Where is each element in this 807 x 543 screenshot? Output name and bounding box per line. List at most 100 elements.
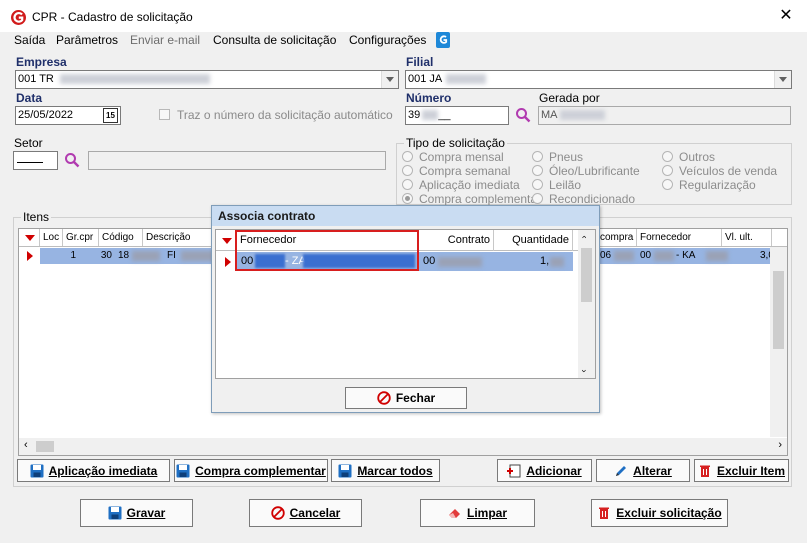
radio-compra-mensal[interactable] bbox=[402, 151, 413, 162]
radio-recondicionado[interactable] bbox=[532, 193, 543, 204]
row-indicator-icon bbox=[225, 257, 231, 267]
adicionar-button[interactable]: Adicionar bbox=[497, 459, 592, 482]
trash-icon bbox=[599, 507, 610, 519]
radio-leilao[interactable] bbox=[532, 179, 543, 190]
empresa-select[interactable]: 001 TR bbox=[15, 70, 399, 89]
date-value: 25/05/2022 bbox=[18, 109, 74, 121]
excluir-solicitacao-button[interactable]: Excluir solicitação bbox=[591, 499, 728, 527]
cell-vl: 3,0 bbox=[760, 250, 770, 261]
radio-veiculos[interactable] bbox=[662, 165, 673, 176]
cancelar-button[interactable]: Cancelar bbox=[249, 499, 362, 527]
scroll-thumb[interactable] bbox=[773, 271, 784, 349]
excluir-item-button[interactable]: Excluir Item bbox=[694, 459, 789, 482]
save-icon bbox=[338, 464, 352, 477]
radio-compra-complementar[interactable] bbox=[402, 193, 413, 204]
menu-consulta[interactable]: Consulta de solicitação bbox=[213, 33, 336, 47]
chevron-right-icon[interactable]: › bbox=[778, 439, 782, 451]
menu-saida[interactable]: Saída bbox=[14, 33, 45, 47]
radio-aplicacao-imediata[interactable] bbox=[402, 179, 413, 190]
gravar-button[interactable]: Gravar bbox=[80, 499, 193, 527]
radio-compra-complementar-label: Compra complementar bbox=[419, 192, 542, 206]
gerada-por-field: MA bbox=[538, 106, 791, 125]
radio-oleo[interactable] bbox=[532, 165, 543, 176]
chevron-down-icon[interactable]: › bbox=[580, 370, 590, 373]
date-field[interactable]: 25/05/2022 15 bbox=[15, 106, 121, 125]
col-fornecedor-ult[interactable]: Fornecedor ult.cpr bbox=[637, 229, 722, 260]
filial-select[interactable]: 001 JA bbox=[405, 70, 792, 89]
alterar-button[interactable]: Alterar bbox=[596, 459, 690, 482]
row-indicator-icon bbox=[27, 251, 33, 261]
col-compra[interactable]: compra bbox=[597, 229, 637, 246]
gerada-por-label: Gerada por bbox=[539, 91, 600, 105]
close-icon[interactable]: ✕ bbox=[777, 6, 795, 26]
setor-code-field[interactable] bbox=[13, 151, 58, 170]
cell-grcpr: 30 bbox=[100, 250, 112, 261]
add-doc-icon bbox=[507, 464, 521, 477]
radio-compra-semanal[interactable] bbox=[402, 165, 413, 176]
tipo-solicitacao-label: Tipo de solicitação bbox=[404, 136, 507, 150]
cell-compra: 06 bbox=[600, 250, 612, 261]
radio-aplicacao-imediata-label: Aplicação imediata bbox=[419, 178, 520, 192]
data-label: Data bbox=[16, 91, 43, 105]
grid-menu-cell[interactable] bbox=[216, 230, 237, 251]
contrato-vscroll[interactable]: › › bbox=[578, 230, 595, 378]
chevron-left-icon[interactable]: ‹ bbox=[24, 439, 28, 451]
search-icon[interactable] bbox=[64, 152, 80, 168]
menu-enviar-email[interactable]: Enviar e-mail bbox=[130, 33, 200, 47]
col-contrato[interactable]: Contrato bbox=[419, 230, 494, 251]
radio-pneus[interactable] bbox=[532, 151, 543, 162]
auto-number-label: Traz o número da solicitação automático bbox=[177, 108, 393, 122]
limpar-label: Limpar bbox=[466, 506, 507, 520]
excluir-item-label: Excluir Item bbox=[716, 463, 786, 478]
itens-hscroll[interactable]: ‹ › bbox=[19, 438, 787, 455]
numero-field[interactable]: 39 __ bbox=[405, 106, 509, 125]
chevron-down-icon[interactable] bbox=[381, 71, 398, 88]
g-config-icon[interactable] bbox=[436, 32, 450, 48]
col-loc[interactable]: Loc bbox=[40, 229, 63, 246]
col-quantidade[interactable]: Quantidade bbox=[494, 230, 573, 251]
setor-description-field bbox=[88, 151, 386, 170]
aplicacao-imediata-button[interactable]: Aplicação imediata bbox=[17, 459, 170, 482]
title-bar: CPR - Cadastro de solicitação ✕ bbox=[0, 0, 807, 32]
empresa-value: 001 TR bbox=[18, 73, 54, 85]
search-icon[interactable] bbox=[515, 107, 531, 123]
cell-descricao: FI bbox=[167, 250, 176, 261]
menu-configuracoes[interactable]: Configurações bbox=[349, 33, 426, 47]
auto-number-checkbox[interactable] bbox=[159, 109, 170, 120]
col-codigo[interactable]: Código bbox=[99, 229, 143, 246]
radio-veiculos-label: Veículos de venda bbox=[679, 164, 778, 178]
radio-oleo-label: Óleo/Lubrificante bbox=[549, 164, 640, 178]
gravar-label: Gravar bbox=[126, 506, 166, 520]
window-title: CPR - Cadastro de solicitação bbox=[32, 10, 193, 24]
dropdown-triangle-icon[interactable] bbox=[25, 235, 35, 241]
compra-complementar-button[interactable]: Compra complementar bbox=[174, 459, 328, 482]
scroll-thumb[interactable] bbox=[36, 441, 54, 452]
grid-menu-cell[interactable] bbox=[19, 229, 40, 246]
calendar-icon[interactable]: 15 bbox=[103, 108, 118, 123]
pencil-icon bbox=[616, 465, 627, 476]
col-vl-ult[interactable]: Vl. ult. com bbox=[722, 229, 772, 260]
itens-vscroll[interactable] bbox=[770, 247, 787, 437]
radio-regularizacao[interactable] bbox=[662, 179, 673, 190]
dropdown-triangle-icon[interactable] bbox=[222, 238, 232, 244]
chevron-down-icon[interactable] bbox=[774, 71, 791, 88]
filial-label: Filial bbox=[406, 55, 434, 69]
numero-value: 39 bbox=[408, 109, 421, 121]
dialog-title: Associa contrato bbox=[212, 206, 599, 226]
radio-outros-label: Outros bbox=[679, 150, 716, 164]
chevron-up-icon[interactable]: › bbox=[579, 236, 589, 239]
contrato-grid[interactable]: Fornecedor Contrato Quantidade 00 - ZA 0… bbox=[215, 229, 596, 379]
radio-outros[interactable] bbox=[662, 151, 673, 162]
cell-contrato: 00 bbox=[423, 255, 436, 267]
marcar-todos-button[interactable]: Marcar todos bbox=[331, 459, 440, 482]
save-icon bbox=[176, 464, 190, 477]
fechar-button[interactable]: Fechar bbox=[345, 387, 467, 409]
menu-parametros[interactable]: Parâmetros bbox=[56, 33, 118, 47]
scroll-thumb[interactable] bbox=[581, 248, 592, 302]
gerada-por-value: MA bbox=[541, 109, 558, 121]
associa-contrato-dialog: Associa contrato Fornecedor Contrato Qua… bbox=[211, 205, 600, 413]
col-descricao[interactable]: Descrição bbox=[143, 229, 213, 246]
limpar-button[interactable]: Limpar bbox=[420, 499, 535, 527]
col-grcpr[interactable]: Gr.cpr bbox=[63, 229, 99, 246]
compra-complementar-label: Compra complementar bbox=[195, 463, 326, 478]
